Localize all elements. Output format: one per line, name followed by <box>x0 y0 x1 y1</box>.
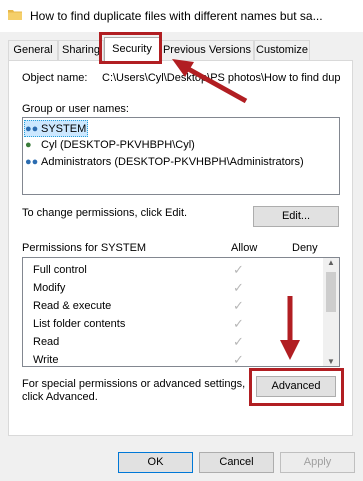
annotation-arrows <box>172 59 300 360</box>
arrow-head-icon <box>280 340 300 360</box>
arrow-to-security-tab <box>181 63 248 104</box>
